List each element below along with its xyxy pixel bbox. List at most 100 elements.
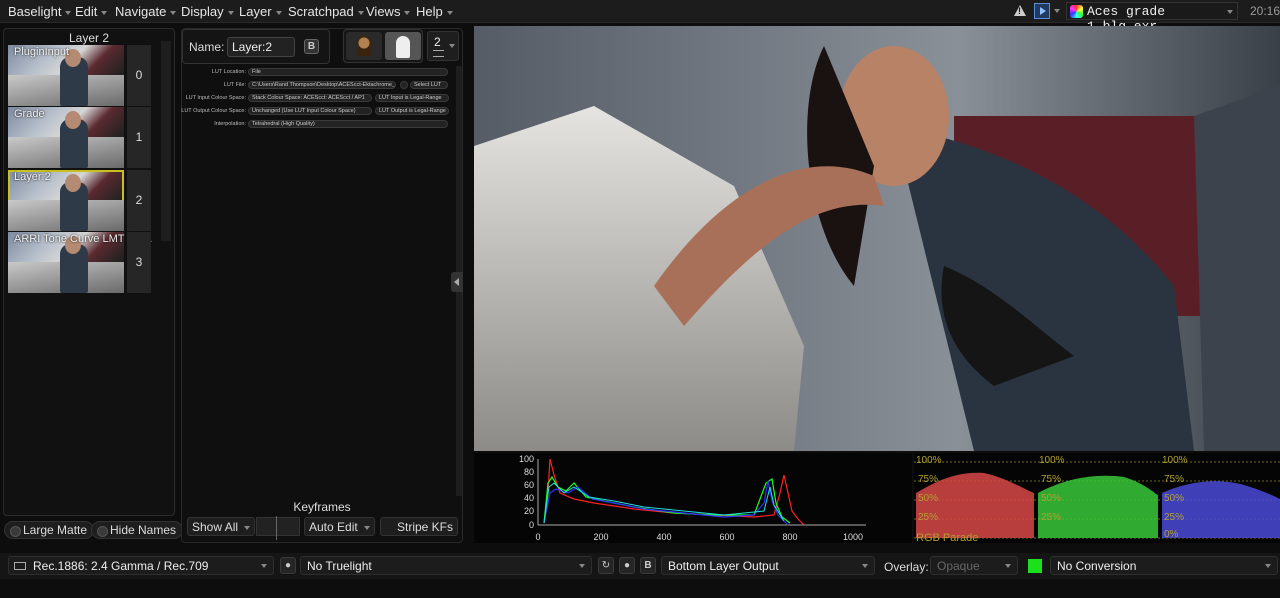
parade-label: RGB Parade [916,532,978,543]
menu-views[interactable]: Views [366,4,411,19]
chevron-down-icon [449,44,455,48]
collapse-panel-tab[interactable] [451,272,463,292]
layer-item-3[interactable]: ARRI Tone Curve LMT for ... 3 [8,232,153,293]
operator-panel [181,28,463,543]
layer-count: 2 [434,35,441,49]
overlay-dropdown[interactable]: Opaque [930,556,1018,575]
portrait-icon [357,36,371,56]
layer-item-1[interactable]: Grade 1 [8,107,153,168]
parade-tick-label: 25% [1164,512,1184,523]
file-icon[interactable] [400,81,408,89]
overlay-color-swatch[interactable] [1028,559,1042,573]
grade-file-icon [1070,5,1083,18]
auto-edit-dropdown[interactable]: Auto Edit [304,517,375,536]
lock-icon[interactable]: ● [619,557,635,574]
prop-label: Interpolation: [214,121,246,127]
monitor-icon [14,562,26,570]
lut-file-path[interactable]: C:\Users\Rand Thompson\Desktop\ACEScct-E… [248,81,396,89]
x-tick-label: 200 [593,532,608,542]
status-bar: Rec.1886: 2.4 Gamma / Rec.709 ● No Truel… [0,553,1280,579]
stack-lines-icon [433,50,444,57]
bypass-icon[interactable]: B [640,557,656,574]
keyframes-title: Keyframes [182,500,462,514]
y-tick-label: 40 [524,493,534,503]
menu-baselight[interactable]: Baselight [8,4,72,19]
menu-layer[interactable]: Layer [239,4,282,19]
hide-names-toggle[interactable]: Hide Names [91,521,184,539]
conversion-dropdown[interactable]: No Conversion [1050,556,1278,575]
warning-icon[interactable] [1014,5,1026,16]
display-transform-dropdown[interactable]: Rec.1886: 2.4 Gamma / Rec.709 [8,556,274,575]
view-image-button[interactable] [346,32,382,60]
histogram-scope[interactable]: 100 80 60 40 20 0 0 200 400 600 800 1000 [474,453,912,543]
parade-tick-label: 75% [1041,474,1061,485]
prop-label: LUT Output Colour Space: [181,108,246,114]
prop-label: LUT Input Colour Space: [185,95,246,101]
parade-tick-label: 50% [1164,493,1184,504]
show-all-dropdown[interactable]: Show All [187,517,256,536]
interpolation-select[interactable]: Tetrahedral (High Quality) [248,120,448,128]
parade-tick-label: 100% [916,455,942,466]
lut-output-legal-range-toggle[interactable]: LUT Output is Legal-Range [375,107,449,115]
histogram-chart: 100 80 60 40 20 0 0 200 400 600 800 1000 [519,454,866,542]
layer-number: 0 [127,45,151,106]
menu-edit[interactable]: Edit [75,4,108,19]
menu-display[interactable]: Display [181,4,234,19]
lut-location-select[interactable]: File [248,68,448,76]
bypass-badge[interactable]: B [304,39,319,54]
x-tick-label: 0 [535,532,540,542]
layer-name-box: Name: Layer:2 B [182,29,330,64]
menu-navigate[interactable]: Navigate [115,4,177,19]
layer-count-selector[interactable]: 2 [427,31,459,61]
prop-interpolation: Interpolation: Tetrahedral (High Quality… [182,120,450,129]
parade-tick-label: 0% [1164,529,1179,540]
name-label: Name: [189,40,225,54]
layer-stack-scrollbar[interactable] [161,41,171,241]
x-tick-label: 1000 [843,532,863,542]
parade-tick-label: 25% [1041,512,1061,523]
truelight-dropdown[interactable]: No Truelight [300,556,592,575]
lut-input-colour-space-select[interactable]: Stack Colour Space: ACEScct: ACEScct / A… [248,94,372,102]
layer-name-input[interactable]: Layer:2 [227,37,295,57]
layer-item-0[interactable]: PluginInput 0 [8,45,153,106]
clock: 20:16 [1250,4,1280,18]
y-tick-label: 100 [519,454,534,464]
lut-input-legal-range-toggle[interactable]: LUT Input is Legal-Range [375,94,449,102]
keyframes-panel: Keyframes Show All Auto Edit Stripe KFs [182,500,462,542]
lock-icon[interactable]: ● [280,557,296,574]
menu-bar: Baselight Edit Navigate Display Layer Sc… [0,0,1280,34]
play-icon[interactable] [1034,3,1050,19]
rgb-parade-chart: 100% 75% 50% 25% 100% 75% 50% 25% 100% 7… [914,455,1280,544]
layer-output-dropdown[interactable]: Bottom Layer Output [661,556,875,575]
parade-tick-label: 50% [918,493,938,504]
keyframe-slider[interactable] [256,516,300,540]
parade-tick-label: 75% [918,474,938,485]
lut-output-colour-space-select[interactable]: Unchanged (Use LUT Input Colour Space) [248,107,372,115]
parade-tick-label: 50% [1041,493,1061,504]
layer-name: PluginInput [14,46,70,58]
select-lut-button[interactable]: Select LUT [410,81,448,89]
menu-scratchpad[interactable]: Scratchpad [288,4,364,19]
matte-silhouette-icon [396,36,410,58]
overlay-label: Overlay: [884,560,929,574]
x-tick-label: 800 [782,532,797,542]
layer-stack-panel: Layer 2 PluginInput 0 Grade 1 Layer:2 2 … [3,28,175,516]
view-matte-button[interactable] [385,32,421,60]
layer-item-2[interactable]: Layer:2 2 [8,170,153,231]
refresh-icon[interactable]: ↻ [598,557,614,574]
rgb-parade-scope[interactable]: 100% 75% 50% 25% 100% 75% 50% 25% 100% 7… [914,453,1280,544]
layer-number: 2 [127,170,151,231]
layer-number: 3 [127,232,151,293]
chevron-down-icon[interactable] [1054,9,1060,13]
large-matte-toggle[interactable]: Large Matte [4,521,95,539]
menu-help[interactable]: Help [416,4,453,19]
prop-lut-location: LUT Location: File [182,68,450,77]
y-tick-label: 0 [529,520,534,530]
stripe-kfs-toggle[interactable]: Stripe KFs [380,517,459,536]
parade-tick-label: 100% [1039,455,1065,466]
parade-tick-label: 100% [1162,455,1188,466]
grade-file-selector[interactable]: Aces grade 1.blg.exr [1066,2,1238,34]
image-viewer[interactable] [474,26,1280,451]
x-tick-label: 600 [719,532,734,542]
prop-lut-output-colour-space: LUT Output Colour Space: Unchanged (Use … [181,107,450,116]
